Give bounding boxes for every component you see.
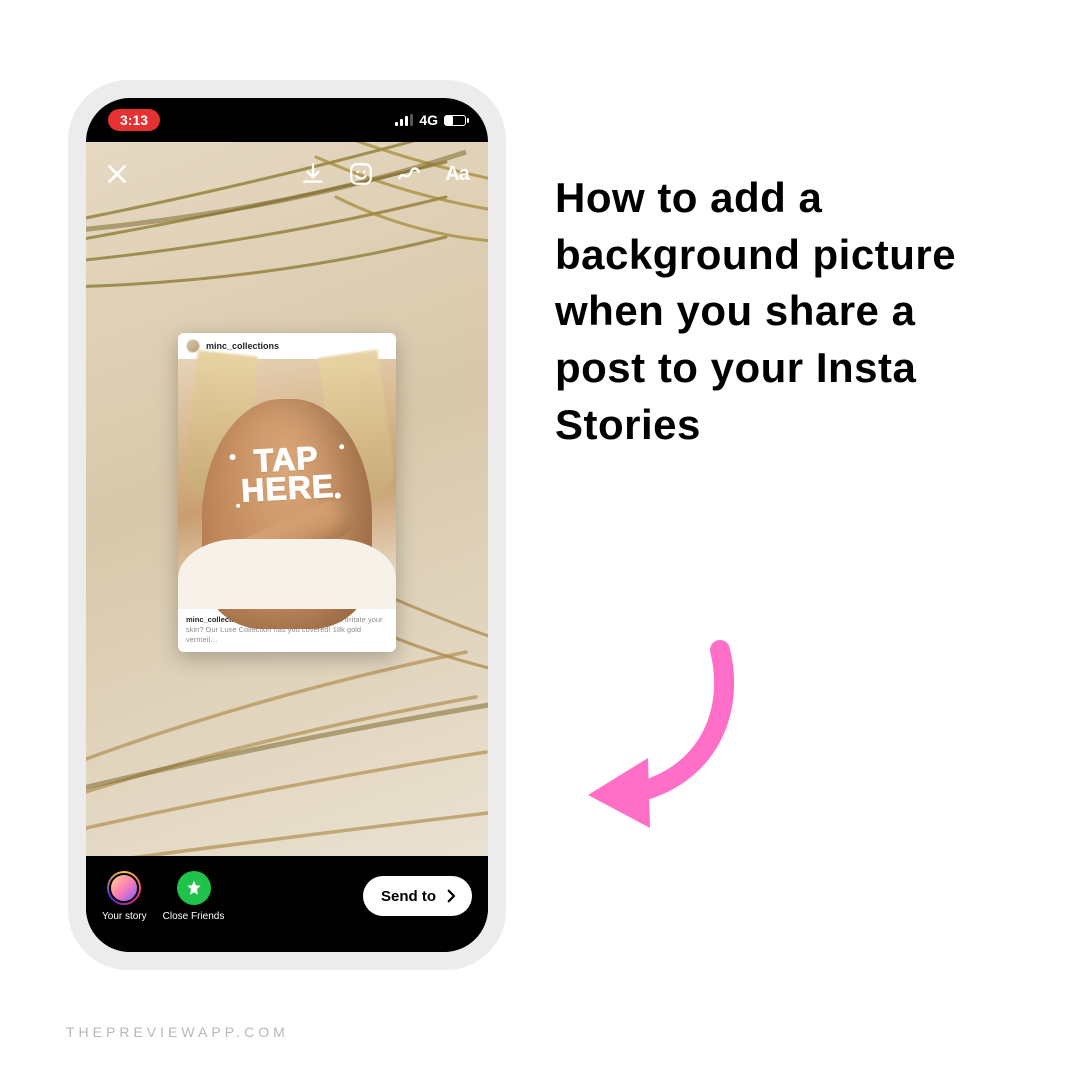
post-image: TAP HERE bbox=[178, 359, 396, 609]
download-icon[interactable] bbox=[300, 161, 326, 187]
network-label: 4G bbox=[419, 112, 438, 128]
send-to-label: Send to bbox=[381, 888, 436, 905]
post-author-username: minc_collections bbox=[206, 341, 279, 351]
story-editor-toolbar: Aa bbox=[86, 152, 488, 196]
pink-arrow-icon bbox=[570, 640, 750, 840]
send-to-button[interactable]: Send to bbox=[363, 876, 472, 916]
tutorial-headline: How to add a background picture when you… bbox=[555, 170, 985, 453]
tap-here-sticker: TAP HERE bbox=[239, 443, 335, 505]
story-bottom-bar: Your story Close Friends Send to bbox=[86, 856, 488, 952]
battery-icon bbox=[444, 115, 466, 126]
your-story-avatar-icon bbox=[107, 871, 141, 905]
recording-time-pill: 3:13 bbox=[108, 109, 160, 131]
close-friends-label: Close Friends bbox=[163, 911, 225, 922]
watermark-text: THEPREVIEWAPP.COM bbox=[66, 1024, 289, 1040]
text-tool-button[interactable]: Aa bbox=[444, 161, 470, 187]
sticker-icon[interactable] bbox=[348, 161, 374, 187]
phone-notch bbox=[192, 98, 382, 128]
chevron-right-icon bbox=[442, 887, 460, 905]
phone-mockup: 3:13 4G bbox=[68, 80, 506, 970]
shared-post-card[interactable]: minc_collections TAP HERE bbox=[178, 333, 396, 652]
phone-screen: 3:13 4G bbox=[86, 98, 488, 952]
your-story-label: Your story bbox=[102, 911, 147, 922]
close-friends-star-icon bbox=[177, 871, 211, 905]
signal-icon bbox=[395, 114, 413, 126]
draw-icon[interactable] bbox=[396, 161, 422, 187]
close-friends-button[interactable]: Close Friends bbox=[163, 871, 225, 922]
close-icon[interactable] bbox=[104, 161, 130, 187]
your-story-button[interactable]: Your story bbox=[102, 871, 147, 922]
story-canvas[interactable]: minc_collections TAP HERE bbox=[86, 142, 488, 856]
